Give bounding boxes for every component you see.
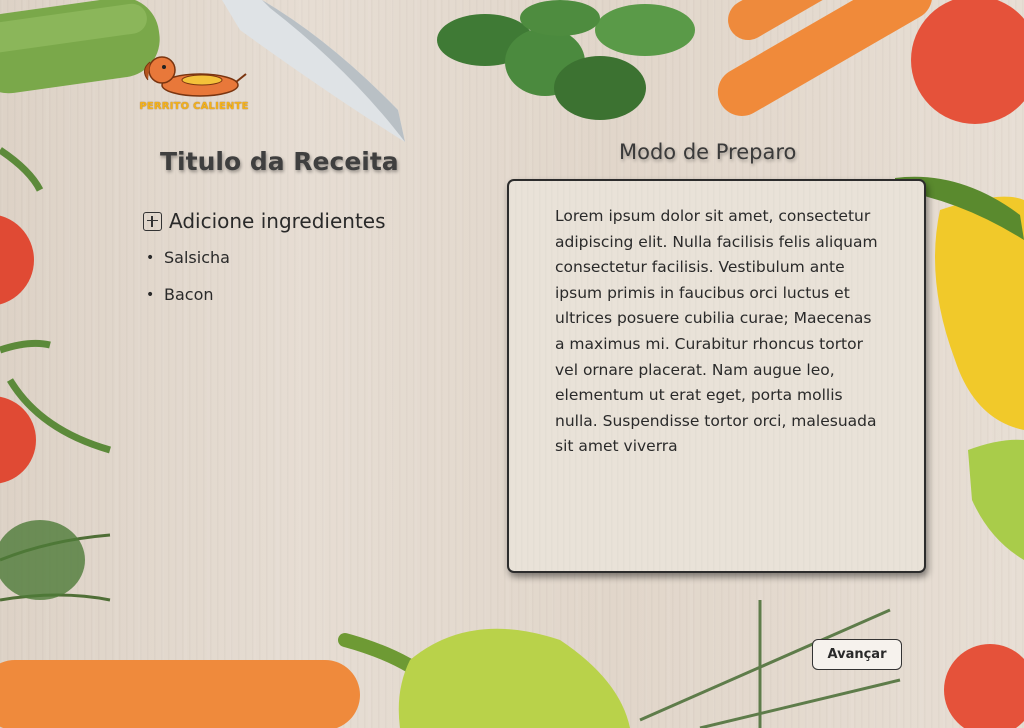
tomato-vine-decoration [0,147,111,484]
dog-icon [144,56,247,97]
plus-icon[interactable] [143,211,162,231]
bullet-icon: • [146,250,155,266]
recipe-title[interactable]: Titulo da Receita [160,147,399,176]
parsley-decoration [437,0,695,120]
tomato-decoration [911,0,1024,124]
preparation-title: Modo de Preparo [619,140,797,164]
ingredient-label: Salsicha [164,248,230,267]
tomato-bottom-decoration [944,644,1024,728]
perrito-caliente-logo: PERRITO CALIENTE [138,52,250,118]
ingredient-label: Bacon [164,285,214,304]
preparation-textarea[interactable]: Lorem ipsum dolor sit amet, consectetur … [507,179,926,573]
green-pepper-decoration [338,628,630,728]
carrot-decoration [717,0,933,116]
ingredients-list: • Salsicha • Bacon [146,248,230,322]
add-ingredients-label[interactable]: Adicione ingredientes [169,209,386,233]
list-item: • Bacon [146,285,230,322]
bullet-icon: • [146,287,155,303]
next-button[interactable]: Avançar [812,639,902,670]
thyme-decoration [0,520,111,602]
carrot-bottom-decoration [0,660,360,728]
logo-text: PERRITO CALIENTE [139,101,249,112]
preparation-text[interactable]: Lorem ipsum dolor sit amet, consectetur … [555,204,884,460]
add-ingredients-button[interactable]: Adicione ingredientes [143,209,386,233]
list-item: • Salsicha [146,248,230,285]
